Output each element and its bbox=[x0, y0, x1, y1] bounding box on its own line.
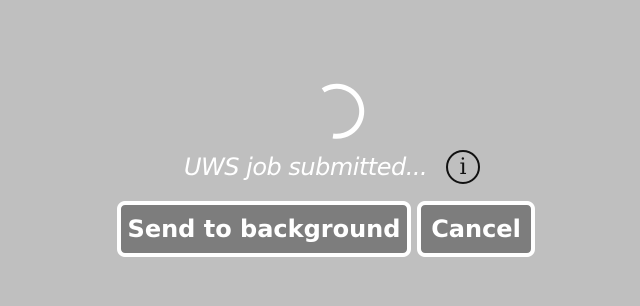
status-row: UWS job submitted... i bbox=[0, 148, 640, 188]
info-icon-glyph: i bbox=[459, 154, 467, 180]
send-to-background-button[interactable]: Send to background bbox=[117, 201, 411, 257]
info-icon[interactable]: i bbox=[446, 150, 480, 184]
loading-spinner-icon bbox=[307, 82, 365, 140]
status-message: UWS job submitted... bbox=[184, 153, 428, 181]
cancel-button[interactable]: Cancel bbox=[417, 201, 535, 257]
job-progress-overlay: UWS job submitted... i Send to backgroun… bbox=[0, 0, 640, 306]
